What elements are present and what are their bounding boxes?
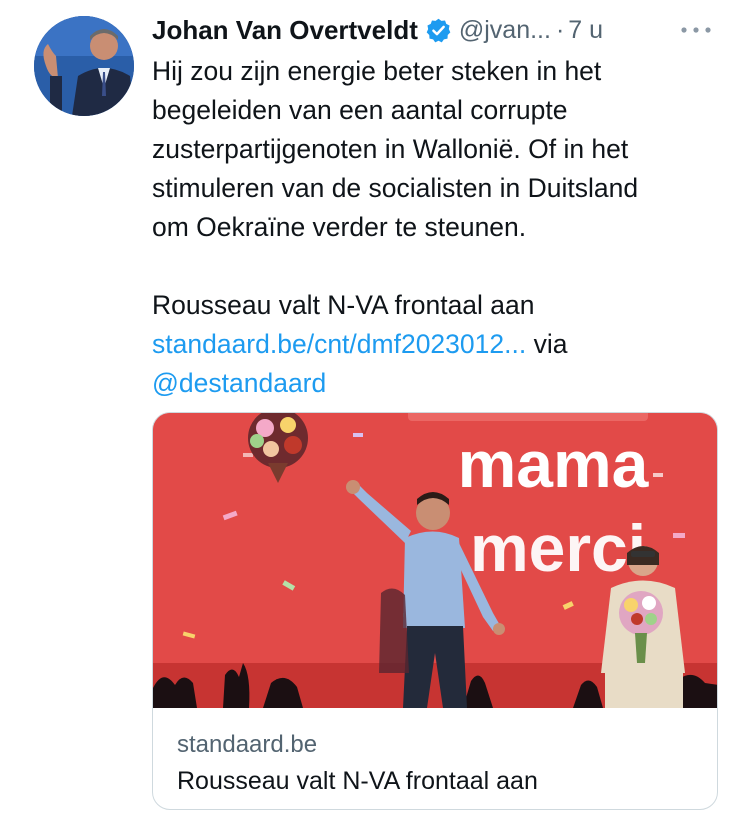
avatar[interactable]	[34, 16, 134, 116]
verified-badge-icon	[425, 17, 452, 44]
tweet-text-line: Hij zou zijn energie beter steken in het	[152, 56, 602, 86]
tweet-text-line: zusterpartijgenoten in Wallonië. Of in h…	[152, 134, 629, 164]
card-image[interactable]: mama merci	[153, 413, 717, 708]
tweet-header: Johan Van Overtveldt @jvan... · 7 u	[152, 10, 603, 50]
article-link[interactable]: standaard.be/cnt/dmf2023012...	[152, 329, 526, 359]
image-slogan-merci: merci	[470, 511, 646, 585]
separator-dot: ·	[555, 15, 565, 44]
author-name[interactable]: Johan Van Overtveldt	[152, 15, 418, 46]
card-title[interactable]: Rousseau valt N-VA frontaal aan	[177, 767, 538, 796]
tweet-text-line: stimuleren van de socialisten in Duitsla…	[152, 173, 639, 203]
tweet-headline: Rousseau valt N-VA frontaal aan	[152, 290, 535, 320]
link-preview-card[interactable]: mama merci standaard.be Rousseau valt N-…	[152, 412, 718, 810]
timestamp[interactable]: 7 u	[568, 16, 603, 45]
via-text: via	[533, 329, 568, 359]
more-options-icon[interactable]	[680, 10, 712, 50]
tweet-text-line: om Oekraïne verder te steunen.	[152, 212, 527, 242]
tweet-mention-line: @destandaard	[152, 364, 732, 403]
tweet-text: Hij zou zijn energie beter steken in het…	[152, 52, 732, 403]
tweet-link-line: standaard.be/cnt/dmf2023012... via	[152, 325, 732, 364]
mention-link[interactable]: @destandaard	[152, 368, 326, 398]
card-domain: standaard.be	[177, 731, 318, 758]
author-handle[interactable]: @jvan...	[459, 16, 551, 45]
image-slogan-mama: mama	[458, 427, 650, 501]
tweet-text-line: begeleiden van een aantal corrupte	[152, 95, 568, 125]
